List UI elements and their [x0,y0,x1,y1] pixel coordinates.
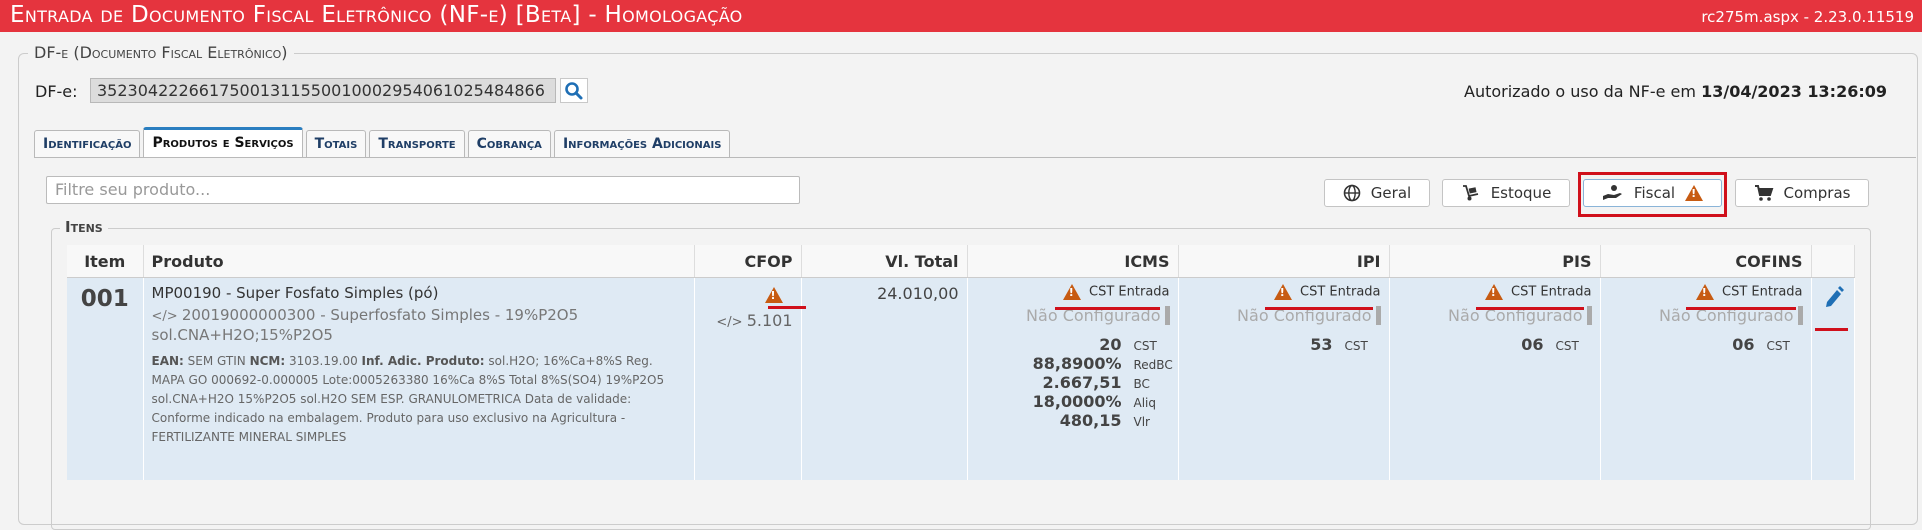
auth-text: Autorizado o uso da NF-e em [1464,82,1696,101]
code-icon: </> [716,315,747,330]
items-legend: Itens [60,218,108,236]
cofins-cst-label: CST [1766,339,1790,353]
cfop-number: 5.101 [746,311,793,330]
title-bar: Entrada de Documento Fiscal Eletrônico (… [0,0,1922,32]
icms-highlight [1055,307,1160,310]
geral-label: Geral [1370,184,1412,202]
tab-divider [34,157,1916,158]
icms-cst-label: CST [1133,339,1157,353]
icms-cst-entrada[interactable]: CST Entrada [976,284,1170,300]
cfop-warning-icon[interactable] [764,286,783,303]
ipi-cst: 53 [1310,335,1333,354]
tab-cobranca[interactable]: Cobrança [467,130,551,157]
ncm-label: NCM: [249,354,286,368]
warning-icon [1062,284,1081,300]
fiscal-highlight [1578,172,1727,217]
warning-icon [1273,284,1292,300]
table-header: Item Produto CFOP Vl. Total ICMS IPI PIS… [67,245,1855,278]
icms-values: 20 CST 88,8900% RedBC 2.667,51 BC 18,0000% A… [976,335,1173,430]
ean-value: SEM GTIN [187,354,246,368]
col-actions [1811,245,1855,278]
tab-identificacao[interactable]: Identificação [34,130,141,157]
product-filter-input[interactable]: Filtre seu produto... [46,176,800,204]
cfop-value: </> 5.101 [703,311,793,330]
col-produto: Produto [143,245,695,278]
product-title: MP00190 - Super Fosfato Simples (pó) [151,284,439,302]
col-item: Item [67,245,144,278]
product-details: EAN: SEM GTIN NCM: 3103.19.00 Inf. Adic.… [152,352,686,447]
dfe-label: DF-e: [35,82,78,101]
tab-produtos-servicos[interactable]: Produtos e Serviços [143,127,303,157]
icms-redbc: 88,8900% [1032,354,1122,373]
ipi-cst-entrada[interactable]: CST Entrada [1187,284,1381,300]
ipi-cst-label: CST [1344,339,1368,353]
item-number: 001 [80,286,129,312]
warning-icon [1484,284,1503,300]
icms-bc: 2.667,51 [1042,373,1122,392]
panel-legend: DF-e (Documento Fiscal Eletrônico) [28,43,294,62]
window-title: Entrada de Documento Fiscal Eletrônico (… [10,2,743,28]
authorization-status: Autorizado o uso da NF-e em 13/04/2023 1… [1464,82,1887,101]
col-vltotal: Vl. Total [801,245,968,278]
icms-redbc-label: RedBC [1133,358,1173,372]
items-table: Item Produto CFOP Vl. Total ICMS IPI PIS… [67,245,1855,480]
cofins-highlight [1686,307,1796,310]
cofins-cst-entrada-label: CST Entrada [1722,284,1803,300]
tab-transporte[interactable]: Transporte [369,130,465,157]
ipi-highlight [1265,307,1373,310]
warning-icon [1695,284,1714,300]
pis-highlight [1476,307,1584,310]
col-ipi: IPI [1178,245,1390,278]
edit-pencil-icon[interactable] [1822,284,1844,310]
estoque-label: Estoque [1490,184,1552,202]
dfe-search-button[interactable] [560,78,588,103]
dfe-key-field[interactable]: 3523042226617500131155001000295406102548… [90,78,556,103]
pis-cst: 06 [1521,335,1544,354]
code-icon: </> [151,309,182,324]
col-cfop: CFOP [694,245,802,278]
cofins-cst: 06 [1732,335,1755,354]
estoque-button[interactable]: Estoque [1442,179,1570,207]
globe-icon [1343,184,1361,202]
icms-vlr: 480,15 [1059,411,1122,430]
cofins-cst-entrada[interactable]: CST Entrada [1609,284,1803,300]
search-icon [565,82,583,100]
product-code: </> 20019000000300 - Superfosfato Simple… [152,306,686,344]
icms-cst: 20 [1099,335,1122,354]
auth-datetime: 13/04/2023 13:26:09 [1701,82,1887,101]
inf-adic-label: Inf. Adic. Produto: [361,354,485,368]
icms-bc-label: BC [1133,377,1150,391]
ncm-value: 3103.19.00 [289,354,358,368]
vltotal-value: 24.010,00 [877,284,959,303]
icms-cst-entrada-label: CST Entrada [1089,284,1170,300]
icms-vlr-label: Vlr [1133,415,1150,429]
table-row[interactable]: 001 MP00190 - Super Fosfato Simples (pó)… [67,277,1855,480]
compras-button[interactable]: Compras [1735,179,1869,207]
ean-label: EAN: [151,354,184,368]
pis-cst-entrada-label: CST Entrada [1511,284,1592,300]
tab-totais[interactable]: Totais [305,130,367,157]
col-pis: PIS [1389,245,1601,278]
ipi-cst-entrada-label: CST Entrada [1300,284,1381,300]
col-icms: ICMS [967,245,1179,278]
cfop-highlight [768,306,806,309]
edit-highlight [1815,328,1848,331]
pis-cst-label: CST [1555,339,1579,353]
tab-informacoes-adicionais[interactable]: Informações Adicionais [553,130,731,157]
dolly-icon [1462,185,1478,201]
icms-aliq: 18,0000% [1032,392,1122,411]
tab-bar: Identificação Produtos e Serviços Totais… [34,127,731,157]
product-code-text: 20019000000300 - Superfosfato Simples - … [151,306,579,344]
col-cofins: COFINS [1600,245,1812,278]
geral-button[interactable]: Geral [1324,179,1430,207]
cart-icon [1754,185,1773,201]
icms-aliq-label: Aliq [1133,396,1157,410]
version-label: rc275m.aspx - 2.23.0.11519 [1701,8,1914,26]
compras-label: Compras [1783,184,1851,202]
pis-cst-entrada[interactable]: CST Entrada [1398,284,1592,300]
